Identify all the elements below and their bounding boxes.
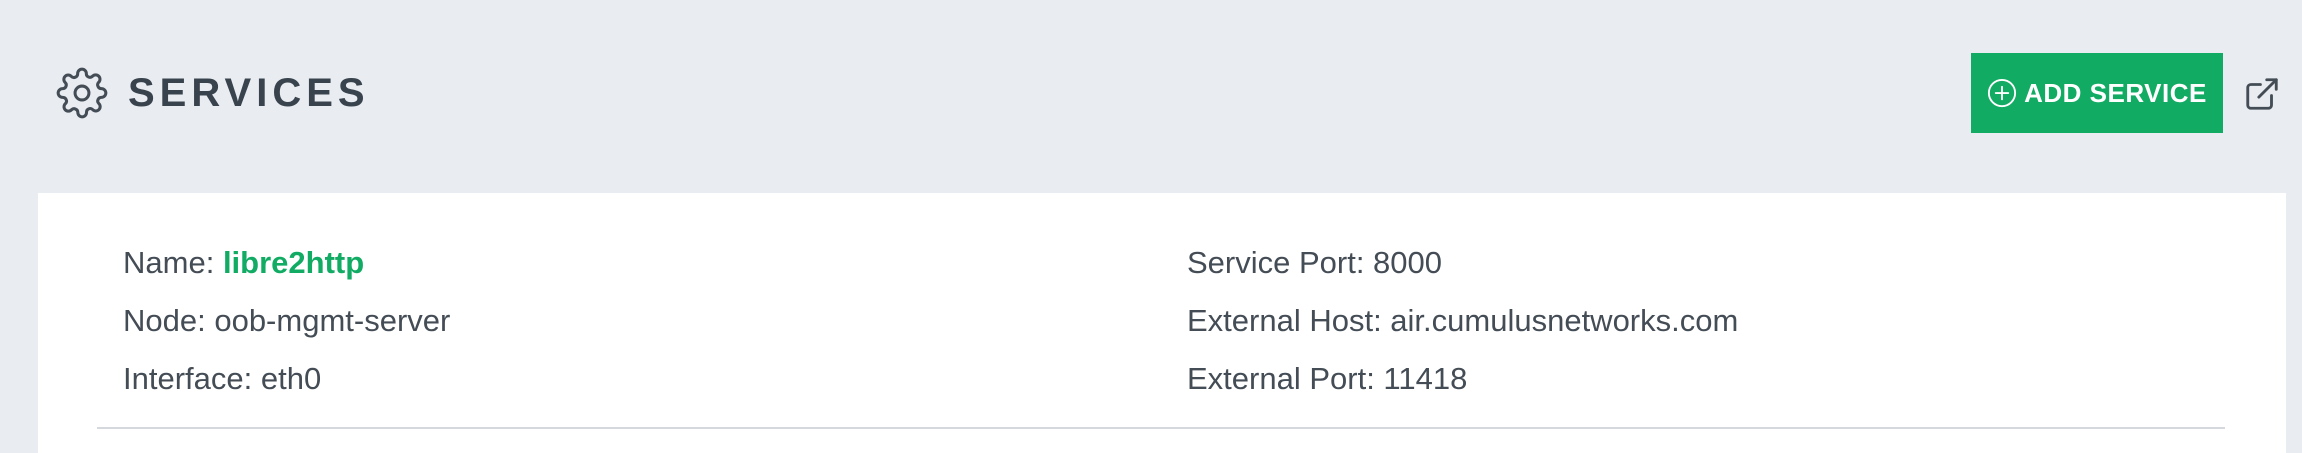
plus-circle-icon [1987,78,2017,108]
divider [97,427,2225,429]
add-service-button[interactable]: ADD SERVICE [1971,53,2223,133]
service-node: Node: oob-mgmt-server [123,303,451,338]
services-header: SERVICES ADD SERVICE [0,0,2302,190]
page-title-group: SERVICES [56,65,370,121]
page-title: SERVICES [128,70,370,115]
external-port: External Port: 11418 [1187,361,1468,396]
gear-icon [56,67,108,119]
external-link-icon[interactable] [2243,75,2281,113]
service-name-field: Name: libre2http [123,243,364,283]
service-name-link[interactable]: libre2http [223,245,364,280]
service-interface: Interface: eth0 [123,361,322,396]
service-card: Name: libre2http Node: oob-mgmt-server I… [38,193,2286,453]
service-name-label: Name: [123,245,215,280]
service-port: Service Port: 8000 [1187,245,1443,280]
external-host: External Host: air.cumulusnetworks.com [1187,303,1739,338]
add-service-label: ADD SERVICE [2024,77,2207,108]
